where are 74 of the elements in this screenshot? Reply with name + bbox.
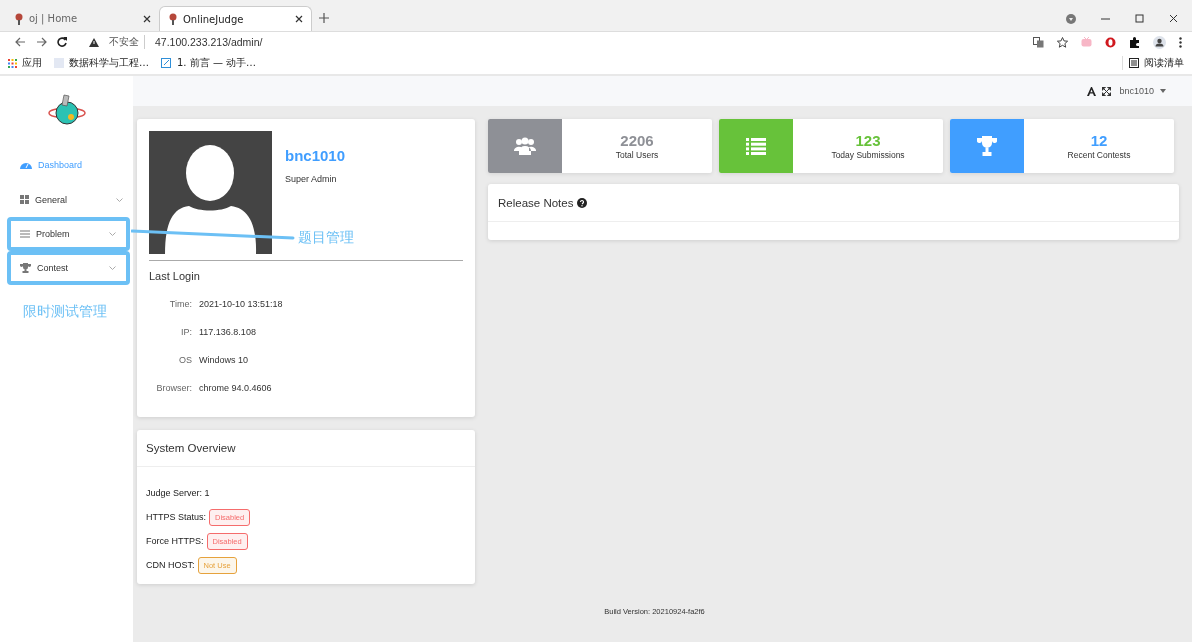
- user-role: Super Admin: [285, 174, 338, 184]
- translate-icon[interactable]: [1033, 36, 1044, 48]
- trophy-icon: [20, 263, 31, 273]
- card-title: System Overview: [137, 430, 475, 467]
- chevron-down-icon: [109, 232, 116, 236]
- stat-label: Today Submissions: [831, 150, 905, 160]
- page-icon: [54, 58, 64, 68]
- warning-icon: [89, 37, 99, 47]
- bookmark-item[interactable]: 应用: [8, 56, 42, 70]
- close-icon[interactable]: [143, 14, 151, 23]
- pin-icon: [14, 12, 24, 25]
- apps-icon: [8, 58, 17, 68]
- sidebar-menu-item[interactable]: Problem: [7, 217, 130, 251]
- help-icon[interactable]: [577, 197, 588, 208]
- annotation-label: 题目管理: [298, 229, 354, 247]
- back-icon[interactable]: [15, 37, 26, 47]
- address-field[interactable]: 47.100.233.213/admin/: [155, 36, 263, 48]
- stat-label: Recent Contests: [1067, 150, 1131, 160]
- browser-tab[interactable]: oj | Home: [6, 6, 159, 31]
- stat-label: Total Users: [615, 150, 659, 160]
- sidebar-menu-item[interactable]: General: [0, 182, 133, 217]
- user-name: bnc1010: [285, 147, 346, 164]
- stat-value: 123: [855, 132, 881, 149]
- reading-list-button[interactable]: 阅读清单: [1122, 56, 1184, 70]
- font-size-icon[interactable]: [1087, 86, 1097, 96]
- field-label: Time:: [168, 299, 192, 310]
- field-value: Windows 10: [199, 355, 250, 366]
- security-label: 不安全: [109, 35, 145, 49]
- card-title: Release Notes: [498, 196, 574, 209]
- users-icon: [514, 137, 536, 155]
- close-icon[interactable]: [1169, 14, 1178, 23]
- status-label: Force HTTPS:: [146, 536, 204, 546]
- browser-tab[interactable]: OnlineJudge: [159, 6, 312, 31]
- list-icon: [1129, 58, 1139, 68]
- planet-logo: [46, 91, 87, 127]
- trophy-icon: [977, 136, 997, 156]
- caret-down-icon: [1160, 89, 1166, 93]
- list-icon: [746, 137, 766, 155]
- maximize-icon[interactable]: [1135, 14, 1144, 23]
- gauge-icon: [20, 160, 32, 169]
- status-label: HTTPS Status:: [146, 512, 207, 522]
- menu-icon[interactable]: [1179, 36, 1182, 48]
- field-label: Browser:: [155, 383, 192, 394]
- field-value: chrome 94.0.4606: [199, 383, 273, 394]
- chevron-down-icon: [109, 266, 116, 270]
- field-value: 2021-10-10 13:51:18: [199, 299, 283, 310]
- list-icon: [20, 230, 30, 238]
- status-text: Judge Server: 1: [146, 488, 210, 498]
- profile-icon[interactable]: [1153, 35, 1166, 49]
- field-label: OS: [178, 355, 192, 366]
- stat-value: 2206: [620, 132, 654, 149]
- grid-icon: [20, 195, 29, 204]
- fullscreen-icon[interactable]: [1102, 86, 1112, 96]
- puzzle-icon[interactable]: [1129, 36, 1140, 48]
- bookmark-item[interactable]: 1. 前言 — 动手…: [161, 56, 257, 70]
- new-tab-icon[interactable]: [319, 13, 329, 23]
- chevron-down-icon: [116, 197, 123, 202]
- close-icon[interactable]: [295, 15, 303, 23]
- user-menu[interactable]: bnc1010: [1119, 86, 1166, 96]
- reload-icon[interactable]: [57, 37, 67, 47]
- ring-extension-icon[interactable]: [1105, 36, 1116, 48]
- sidebar-menu-item[interactable]: Contest: [7, 251, 130, 285]
- field-value: 117.136.8.108: [199, 327, 257, 338]
- forward-icon[interactable]: [36, 37, 47, 47]
- annotation-label: 限时测试管理: [23, 303, 107, 321]
- status-label: CDN HOST:: [146, 560, 195, 570]
- star-icon[interactable]: [1057, 36, 1068, 48]
- bookmark-item[interactable]: 数据科学与工程…: [54, 56, 149, 70]
- pin-icon: [168, 13, 178, 25]
- document-icon: [161, 58, 172, 68]
- stat-value: 12: [1090, 132, 1108, 149]
- field-label: IP:: [180, 327, 192, 338]
- record-icon[interactable]: [1066, 13, 1076, 24]
- section-title: Last Login: [149, 270, 201, 282]
